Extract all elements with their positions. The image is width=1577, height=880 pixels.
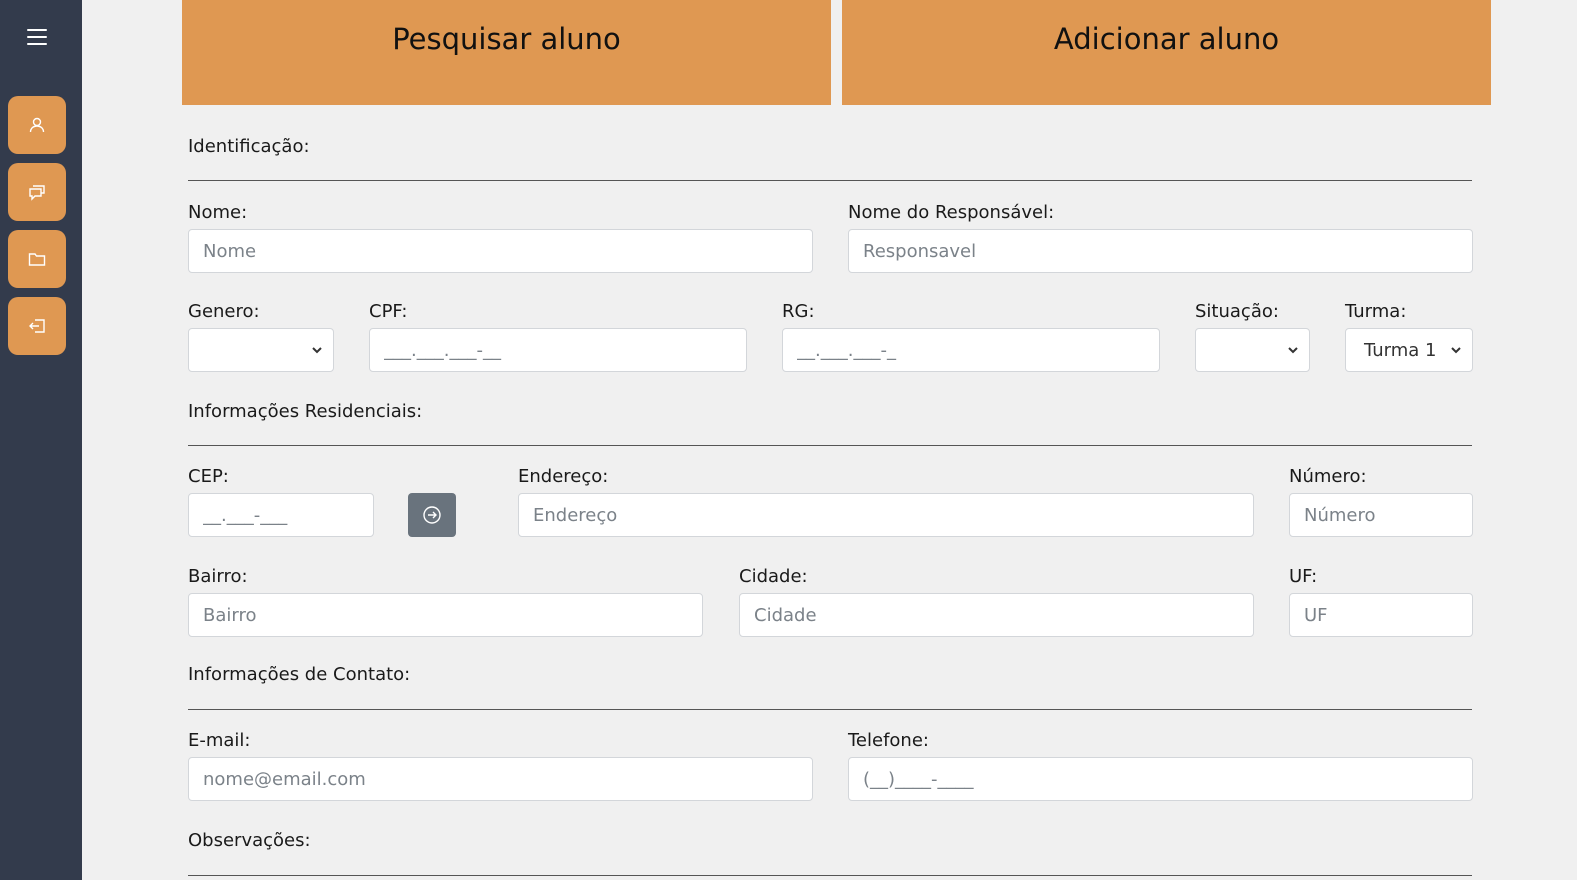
numero-label: Número:: [1289, 466, 1367, 487]
turma-label: Turma:: [1345, 301, 1407, 322]
genero-select[interactable]: [188, 328, 334, 372]
bairro-label: Bairro:: [188, 566, 248, 587]
cep-input[interactable]: [188, 493, 374, 537]
cidade-input[interactable]: [739, 593, 1254, 637]
chevron-down-icon: [1451, 347, 1461, 354]
telefone-input[interactable]: [848, 757, 1473, 801]
section-divider: [188, 709, 1472, 710]
endereco-label: Endereço:: [518, 466, 609, 487]
uf-input[interactable]: [1289, 593, 1473, 637]
search-student-button[interactable]: Pesquisar aluno: [182, 0, 831, 105]
section-contact-title: Informações de Contato:: [188, 664, 411, 685]
add-student-button[interactable]: Adicionar aluno: [842, 0, 1491, 105]
cpf-input[interactable]: [369, 328, 747, 372]
responsavel-input[interactable]: [848, 229, 1473, 273]
sidebar-item-files[interactable]: [8, 230, 66, 288]
turma-value: Turma 1: [1364, 339, 1437, 361]
sidebar-item-logout[interactable]: [8, 297, 66, 355]
bairro-input[interactable]: [188, 593, 703, 637]
telefone-label: Telefone:: [848, 730, 929, 751]
section-notes-title: Observações:: [188, 830, 311, 851]
email-input[interactable]: [188, 757, 813, 801]
rg-input[interactable]: [782, 328, 1160, 372]
chevron-down-icon: [312, 347, 322, 354]
chat-icon: [29, 185, 45, 201]
cep-label: CEP:: [188, 466, 229, 487]
situacao-select[interactable]: [1195, 328, 1310, 372]
numero-input[interactable]: [1289, 493, 1473, 537]
chevron-down-icon: [1288, 347, 1298, 354]
section-divider: [188, 445, 1472, 446]
email-label: E-mail:: [188, 730, 251, 751]
nome-input[interactable]: [188, 229, 813, 273]
nome-label: Nome:: [188, 202, 248, 223]
cpf-label: CPF:: [369, 301, 408, 322]
section-divider: [188, 180, 1472, 181]
user-icon: [29, 117, 45, 133]
rg-label: RG:: [782, 301, 815, 322]
logout-icon: [29, 319, 45, 333]
arrow-right-circle-icon: [423, 506, 441, 524]
responsavel-label: Nome do Responsável:: [848, 202, 1055, 223]
cidade-label: Cidade:: [739, 566, 808, 587]
endereco-input[interactable]: [518, 493, 1254, 537]
cep-search-button[interactable]: [408, 493, 456, 537]
hamburger-menu-icon[interactable]: [27, 29, 47, 45]
sidebar-item-messages[interactable]: [8, 163, 66, 221]
sidebar: [0, 0, 82, 880]
section-residential-title: Informações Residenciais:: [188, 401, 423, 422]
situacao-label: Situação:: [1195, 301, 1279, 322]
turma-select[interactable]: Turma 1: [1345, 328, 1473, 372]
sidebar-item-students[interactable]: [8, 96, 66, 154]
genero-label: Genero:: [188, 301, 260, 322]
section-identification-title: Identificação:: [188, 136, 310, 157]
uf-label: UF:: [1289, 566, 1318, 587]
section-divider: [188, 875, 1472, 876]
folder-icon: [28, 253, 46, 266]
